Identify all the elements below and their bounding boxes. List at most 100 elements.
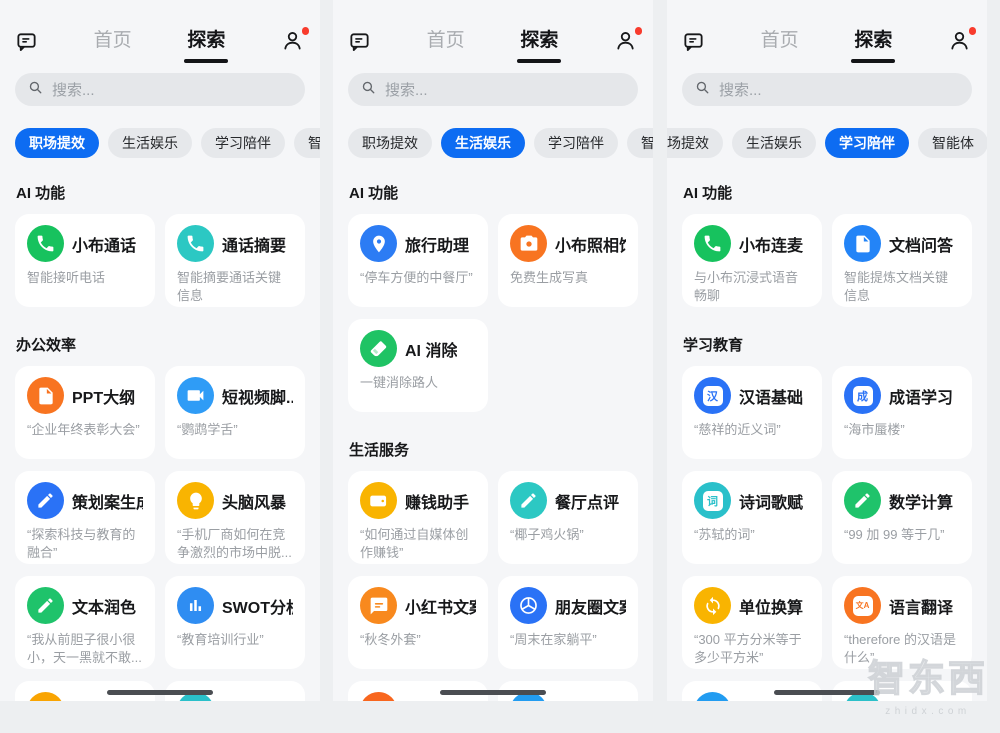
card-moments-copy[interactable]: 朋友圈文案“周末在家躺平” <box>498 576 638 669</box>
card-head: 通话摘要 <box>177 225 293 262</box>
section-1: 学习教育汉汉语基础“慈祥的近义词”成成语学习“海市蜃楼”词诗词歌赋“苏轼的词”数… <box>682 334 972 701</box>
plan-generator-icon <box>27 482 64 519</box>
chip-study-companion[interactable]: 学习陪伴 <box>201 128 285 158</box>
card-plan-generator[interactable]: 策划案生成“探索科技与教育的融合” <box>15 471 155 564</box>
tab-home[interactable]: 首页 <box>94 28 132 54</box>
card-math-calculation[interactable]: 数学计算 “99 加 99 等于几” <box>832 471 972 564</box>
card-title: SWOT分析 <box>222 594 293 618</box>
card-ppt-outline[interactable]: PPT大纲“企业年终表彰大会” <box>15 366 155 459</box>
card-desc: “我从前胆子很小很小，天一黑就不敢... <box>27 631 143 668</box>
chip-study-companion[interactable]: 学习陪伴 <box>825 128 909 158</box>
search-icon <box>694 79 711 101</box>
card-text-polish[interactable]: 文本润色“我从前胆子很小很小，天一黑就不敢... <box>15 576 155 669</box>
search-icon <box>360 79 377 101</box>
card-idiom-learning[interactable]: 成成语学习“海市蜃楼” <box>832 366 972 459</box>
idiom-learning-icon: 成 <box>844 377 881 414</box>
card-grid: 小布连麦与小布沉浸式语音畅聊文档问答智能提炼文档关键信息 <box>682 214 972 307</box>
chat-bubble-icon[interactable] <box>348 30 371 53</box>
search-input[interactable]: 搜索... <box>15 73 305 106</box>
gesture-bar[interactable] <box>440 690 546 695</box>
card-desc: “99 加 99 等于几” <box>844 526 960 544</box>
card-travel-assistant[interactable]: 旅行助理“停车方便的中餐厅” <box>348 214 488 307</box>
chip-ai-agent[interactable]: 智能体 <box>294 128 320 158</box>
section-0: AI 功能小布通话智能接听电话通话摘要智能摘要通话关键信息 <box>15 182 305 307</box>
tab-explore[interactable]: 探索 <box>520 28 558 54</box>
tab-explore-label: 探索 <box>854 30 892 51</box>
tab-explore[interactable]: 探索 <box>854 28 892 54</box>
search-placeholder: 搜索... <box>719 79 762 100</box>
chip-life-entertainment[interactable]: 生活娱乐 <box>108 128 192 158</box>
profile-icon[interactable] <box>948 29 972 53</box>
card-chinese-basics[interactable]: 汉汉语基础 “慈祥的近义词” <box>682 366 822 459</box>
chinese-basics-icon: 汉 <box>694 377 731 414</box>
search-input[interactable]: 搜索... <box>682 73 972 106</box>
card-poetry[interactable]: 词诗词歌赋“苏轼的词” <box>682 471 822 564</box>
short-video-script-icon <box>177 377 214 414</box>
chat-bubble-icon[interactable] <box>682 30 705 53</box>
card-unit-conversion[interactable]: 单位换算“300 平方分米等于多少平方米” <box>682 576 822 669</box>
profile-icon[interactable] <box>614 29 638 53</box>
search-placeholder: 搜索... <box>52 79 95 100</box>
icon-char-glyph: 文A <box>853 596 873 616</box>
tab-home[interactable]: 首页 <box>761 28 799 54</box>
gesture-bar[interactable] <box>107 690 213 695</box>
tab-explore[interactable]: 探索 <box>187 28 225 54</box>
card-doc-qa[interactable]: 文档问答智能提炼文档关键信息 <box>832 214 972 307</box>
money-helper-icon <box>360 482 397 519</box>
card-desc: “海市蜃楼” <box>844 421 960 439</box>
section-title: 学习教育 <box>683 334 971 355</box>
card-head: 数学计算 <box>844 482 960 519</box>
chip-workplace-efficiency[interactable]: 职场提效 <box>348 128 432 158</box>
explore-underline <box>517 59 561 63</box>
card-desc: “秋冬外套” <box>360 631 476 649</box>
top-nav: 首页 探索 <box>15 24 305 58</box>
card-xiaobu-call[interactable]: 小布通话智能接听电话 <box>15 214 155 307</box>
card-head: 策划案生成 <box>27 482 143 519</box>
card-short-video-script[interactable]: 短视频脚...“鹦鹉学舌” <box>165 366 305 459</box>
card-desc: 与小布沉浸式语音畅聊 <box>694 269 810 306</box>
chip-life-entertainment[interactable]: 生活娱乐 <box>732 128 816 158</box>
chip-life-entertainment[interactable]: 生活娱乐 <box>441 128 525 158</box>
card-ai-eraser[interactable]: AI 消除一键消除路人 <box>348 319 488 412</box>
tab-explore-label: 探索 <box>520 30 558 51</box>
gesture-bar[interactable] <box>774 690 880 695</box>
card-xiaobu-photo-studio[interactable]: 小布照相馆免费生成写真 <box>498 214 638 307</box>
icon-char-glyph: En <box>36 701 56 702</box>
card-language-translation[interactable]: 文A语言翻译“therefore 的汉语是什么” <box>832 576 972 669</box>
chat-bubble-icon[interactable] <box>15 30 38 53</box>
chip-workplace-efficiency[interactable]: 职场提效 <box>15 128 99 158</box>
card-head: 汉汉语基础 <box>694 377 810 414</box>
notification-dot <box>969 27 977 35</box>
card-swot-analysis[interactable]: SWOT分析“教育培训行业” <box>165 576 305 669</box>
chip-workplace-efficiency[interactable]: 职场提效 <box>667 128 723 158</box>
chip-study-companion[interactable]: 学习陪伴 <box>534 128 618 158</box>
section-title: 办公效率 <box>16 334 304 355</box>
card-call-summary[interactable]: 通话摘要智能摘要通话关键信息 <box>165 214 305 307</box>
english-expression-icon: En <box>27 692 64 701</box>
search-icon <box>27 79 44 101</box>
card-xiaohongshu-copy[interactable]: 小红书文案“秋冬外套” <box>348 576 488 669</box>
card-brainstorm[interactable]: 头脑风暴“手机厂商如何在竞争激烈的市场中脱... <box>165 471 305 564</box>
card-title: 单位换算 <box>739 594 803 618</box>
tab-home[interactable]: 首页 <box>427 28 465 54</box>
card-desc: “慈祥的近义词” <box>694 421 810 439</box>
card-xiaobu-lianmai[interactable]: 小布连麦与小布沉浸式语音畅聊 <box>682 214 822 307</box>
search-input[interactable]: 搜索... <box>348 73 638 106</box>
profile-icon[interactable] <box>281 29 305 53</box>
swot-analysis-icon <box>177 587 214 624</box>
card-head: SWOT分析 <box>177 587 293 624</box>
xiaobu-call-icon <box>27 225 64 262</box>
card-head: 头脑风暴 <box>177 482 293 519</box>
travel-assistant-icon <box>360 225 397 262</box>
poetry-icon: 词 <box>694 482 731 519</box>
chip-ai-agent[interactable]: 智能体 <box>627 128 653 158</box>
doc-qa-icon <box>844 225 881 262</box>
card-title: 英文表达 <box>72 699 136 702</box>
chip-ai-agent[interactable]: 智能体 <box>918 128 987 158</box>
card-restaurant-review[interactable]: 餐厅点评“椰子鸡火锅” <box>498 471 638 564</box>
card-desc: 一键消除路人 <box>360 374 476 392</box>
card-grid: 旅行助理“停车方便的中餐厅”小布照相馆免费生成写真AI 消除一键消除路人 <box>348 214 638 412</box>
card-money-helper[interactable]: 赚钱助手“如何通过自媒体创作赚钱” <box>348 471 488 564</box>
category-chips: 职场提效生活娱乐学习陪伴智能体 <box>333 128 653 158</box>
section-title: AI 功能 <box>683 182 971 203</box>
